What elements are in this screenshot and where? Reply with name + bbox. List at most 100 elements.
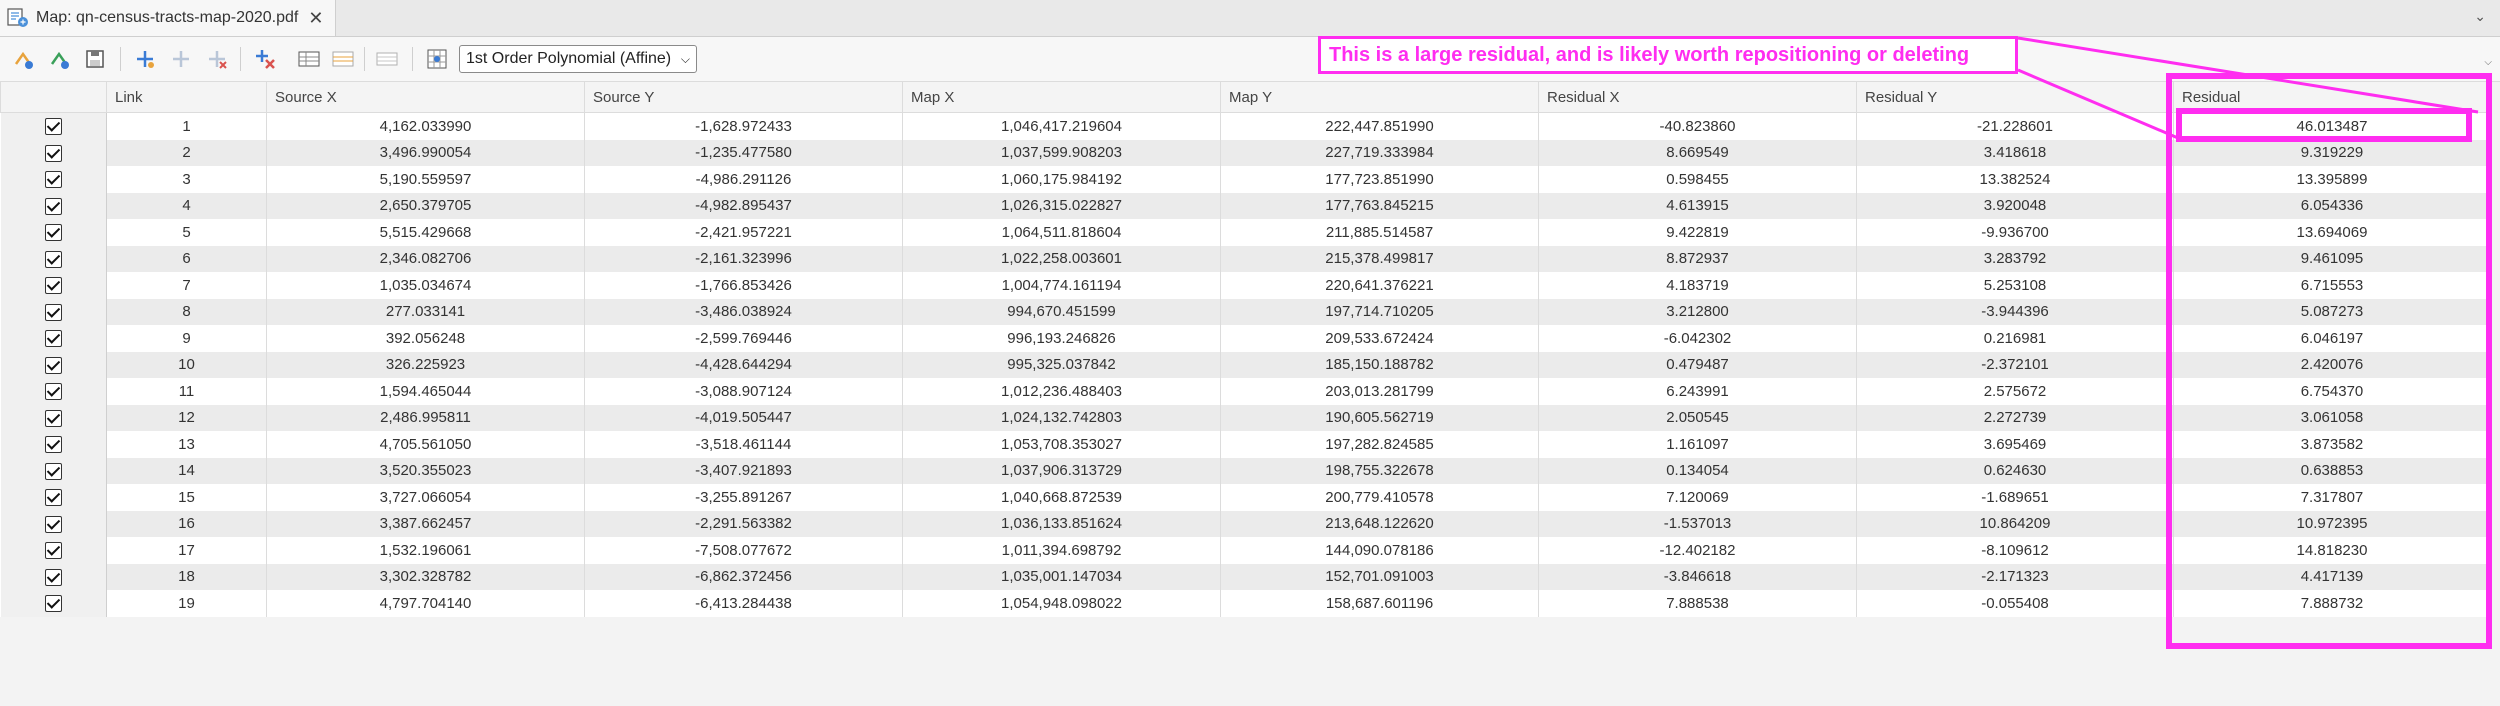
link-enabled-checkbox[interactable] [44,595,62,613]
cell-map-y[interactable]: 215,378.499817 [1220,245,1539,272]
row-select-cell[interactable] [0,192,107,219]
cell-residual-y[interactable]: -1.689651 [1856,484,2174,511]
cell-map-x[interactable]: 1,064,511.818604 [902,219,1221,246]
cell-source-y[interactable]: -4,019.505447 [584,404,903,431]
link-enabled-checkbox[interactable] [44,462,62,480]
cell-map-y[interactable]: 200,779.410578 [1220,484,1539,511]
link-enabled-checkbox[interactable] [44,277,62,295]
cell-link[interactable]: 17 [106,537,267,564]
link-enabled-checkbox[interactable] [44,383,62,401]
cell-map-y[interactable]: 197,282.824585 [1220,431,1539,458]
table-row[interactable]: 1 4,162.033990 -1,628.972433 1,046,417.2196… [0,112,2491,140]
cell-map-x[interactable]: 1,053,708.353027 [902,431,1221,458]
table-row[interactable]: 17 1,532.196061 -7,508.077672 1,011,394.698… [0,537,2491,564]
cell-link[interactable]: 6 [106,245,267,272]
cell-source-x[interactable]: 4,162.033990 [266,112,585,140]
row-select-cell[interactable] [0,510,107,537]
link-enabled-checkbox[interactable] [44,330,62,348]
cell-map-x[interactable]: 1,011,394.698792 [902,537,1221,564]
cell-link[interactable]: 10 [106,351,267,378]
cell-link[interactable]: 4 [106,192,267,219]
cell-map-y[interactable]: 144,090.078186 [1220,537,1539,564]
cell-link[interactable]: 12 [106,404,267,431]
cell-residual-x[interactable]: -40.823860 [1538,112,1857,140]
cell-link[interactable]: 7 [106,272,267,299]
cell-source-x[interactable]: 1,594.465044 [266,378,585,405]
add-control-point-icon[interactable] [10,46,36,72]
cell-residual-x[interactable]: 0.479487 [1538,351,1857,378]
row-select-cell[interactable] [0,325,107,352]
row-select-cell[interactable] [0,537,107,564]
column-header-source-y[interactable]: Source Y [584,81,903,113]
cell-map-y[interactable]: 190,605.562719 [1220,404,1539,431]
chevron-down-icon[interactable]: ⌄ [2474,8,2486,25]
cell-map-x[interactable]: 1,012,236.488403 [902,378,1221,405]
link-enabled-checkbox[interactable] [44,250,62,268]
row-select-cell[interactable] [0,457,107,484]
transformation-select[interactable]: 1st Order Polynomial (Affine) ⌵ [459,45,697,73]
link-enabled-checkbox[interactable] [44,542,62,560]
cell-source-y[interactable]: -1,235.477580 [584,139,903,166]
cell-link[interactable]: 15 [106,484,267,511]
cell-source-x[interactable]: 277.033141 [266,298,585,325]
link-enabled-checkbox[interactable] [44,303,62,321]
cell-link[interactable]: 3 [106,166,267,193]
cell-source-x[interactable]: 2,346.082706 [266,245,585,272]
cell-link[interactable]: 19 [106,590,267,617]
cell-source-x[interactable]: 5,190.559597 [266,166,585,193]
cell-source-y[interactable]: -2,291.563382 [584,510,903,537]
cell-residual-y[interactable]: -3.944396 [1856,298,2174,325]
cell-link[interactable]: 2 [106,139,267,166]
row-select-cell[interactable] [0,272,107,299]
georeference-transform-icon[interactable] [424,46,450,72]
cell-map-x[interactable]: 1,036,133.851624 [902,510,1221,537]
cell-source-y[interactable]: -3,486.038924 [584,298,903,325]
row-select-cell[interactable] [0,112,107,140]
cell-residual-x[interactable]: 0.134054 [1538,457,1857,484]
cell-source-y[interactable]: -3,518.461144 [584,431,903,458]
edit-link-icon[interactable] [168,46,194,72]
auto-adjust-icon[interactable] [46,46,72,72]
table-row[interactable]: 11 1,594.465044 -3,088.907124 1,012,236.488… [0,378,2491,405]
table-row[interactable]: 2 3,496.990054 -1,235.477580 1,037,599.9082… [0,139,2491,166]
cell-map-x[interactable]: 1,035,001.147034 [902,563,1221,590]
cell-residual-x[interactable]: 9.422819 [1538,219,1857,246]
cell-residual-x[interactable]: -6.042302 [1538,325,1857,352]
table-row[interactable]: 8 277.033141 -3,486.038924 994,670.451599 19… [0,298,2491,325]
cell-source-x[interactable]: 1,532.196061 [266,537,585,564]
cell-residual-y[interactable]: 2.575672 [1856,378,2174,405]
cell-residual-y[interactable]: 3.920048 [1856,192,2174,219]
table-row[interactable]: 7 1,035.034674 -1,766.853426 1,004,774.1611… [0,272,2491,299]
cell-map-x[interactable]: 994,670.451599 [902,298,1221,325]
column-header-source-x[interactable]: Source X [266,81,585,113]
table-row[interactable]: 5 5,515.429668 -2,421.957221 1,064,511.8186… [0,219,2491,246]
cell-residual-x[interactable]: 8.669549 [1538,139,1857,166]
cell-source-y[interactable]: -3,255.891267 [584,484,903,511]
link-enabled-checkbox[interactable] [44,489,62,507]
cell-source-y[interactable]: -3,407.921893 [584,457,903,484]
cell-source-y[interactable]: -1,628.972433 [584,112,903,140]
delete-all-links-icon[interactable] [252,46,278,72]
cell-residual-y[interactable]: 3.418618 [1856,139,2174,166]
cell-map-y[interactable]: 209,533.672424 [1220,325,1539,352]
cell-map-x[interactable]: 1,037,906.313729 [902,457,1221,484]
cell-map-x[interactable]: 1,040,668.872539 [902,484,1221,511]
cell-residual-x[interactable]: 7.120069 [1538,484,1857,511]
link-enabled-checkbox[interactable] [44,356,62,374]
cell-source-y[interactable]: -6,862.372456 [584,563,903,590]
cell-residual-x[interactable]: 8.872937 [1538,245,1857,272]
link-enabled-checkbox[interactable] [44,568,62,586]
cell-residual-y[interactable]: 0.624630 [1856,457,2174,484]
cell-source-x[interactable]: 3,727.066054 [266,484,585,511]
cell-residual-x[interactable]: 4.183719 [1538,272,1857,299]
cell-residual-y[interactable]: -2.171323 [1856,563,2174,590]
table-row[interactable]: 13 4,705.561050 -3,518.461144 1,053,708.353… [0,431,2491,458]
cell-residual-y[interactable]: 3.695469 [1856,431,2174,458]
cell-residual-x[interactable]: 1.161097 [1538,431,1857,458]
cell-map-y[interactable]: 152,701.091003 [1220,563,1539,590]
chevron-down-icon[interactable]: ⌵ [2484,57,2492,68]
cell-map-y[interactable]: 158,687.601196 [1220,590,1539,617]
cell-residual-y[interactable]: 0.216981 [1856,325,2174,352]
cell-residual-x[interactable]: 0.598455 [1538,166,1857,193]
cell-map-y[interactable]: 177,723.851990 [1220,166,1539,193]
